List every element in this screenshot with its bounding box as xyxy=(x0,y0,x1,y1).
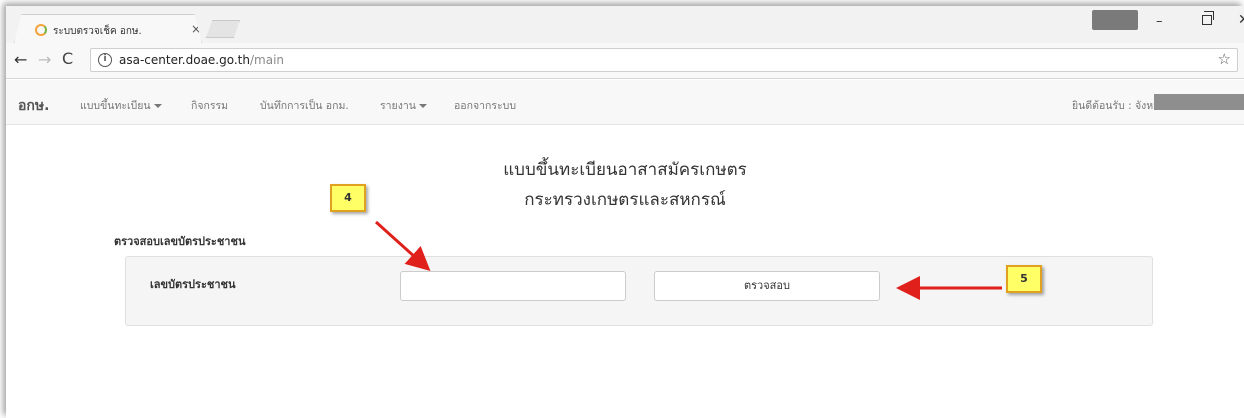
browser-tab[interactable]: ระบบตรวจเช็ค อกษ. × xyxy=(14,14,202,44)
restore-icon[interactable] xyxy=(1202,11,1214,25)
url-text: asa-center.doae.go.th/main xyxy=(119,53,284,67)
nav-item-record[interactable]: บันทึกการเป็น อกม. xyxy=(260,97,349,114)
welcome-text: ยินดีต้อนรับ : จังหวัด xyxy=(1072,100,1166,112)
id-check-panel: เลขบัตรประชาชน ตรวจสอบ xyxy=(125,256,1153,326)
tab-strip: ระบบตรวจเช็ค อกษ. × – ✕ xyxy=(6,6,1244,44)
profile-button[interactable] xyxy=(1092,10,1138,30)
caret-down-icon xyxy=(153,104,162,108)
browser-toolbar: ← → C i asa-center.doae.go.th/main ☆ xyxy=(6,43,1244,79)
reload-icon[interactable]: C xyxy=(62,49,73,68)
page-title-line2: กระทรวงเกษตรและสหกรณ์ xyxy=(524,190,726,210)
redacted-username-block xyxy=(1154,94,1244,110)
brand-logo-text[interactable]: อกษ. xyxy=(18,95,49,117)
back-arrow-icon[interactable]: ← xyxy=(14,50,27,69)
nav-item-logout[interactable]: ออกจากระบบ xyxy=(454,97,516,114)
forward-arrow-icon[interactable]: → xyxy=(38,50,51,69)
new-tab-button[interactable] xyxy=(206,20,240,38)
tab-close-icon[interactable]: × xyxy=(191,22,201,36)
id-field-label: เลขบัตรประชาชน xyxy=(150,278,236,291)
page-title-line1: แบบขึ้นทะเบียนอาสาสมัครเกษตร xyxy=(503,160,747,180)
address-bar[interactable]: i asa-center.doae.go.th/main ☆ xyxy=(90,48,1238,72)
callout-4: 4 xyxy=(330,184,366,212)
citizen-id-input[interactable] xyxy=(400,271,626,301)
nav-item-reports[interactable]: รายงาน xyxy=(380,97,427,114)
tab-title: ระบบตรวจเช็ค อกษ. xyxy=(53,26,142,37)
callout-5: 5 xyxy=(1006,265,1042,293)
close-window-icon[interactable]: ✕ xyxy=(1238,12,1244,28)
check-button[interactable]: ตรวจสอบ xyxy=(654,271,880,301)
nav-item-register[interactable]: แบบขึ้นทะเบียน xyxy=(80,97,162,114)
info-icon[interactable]: i xyxy=(98,53,112,67)
browser-window: ระบบตรวจเช็ค อกษ. × – ✕ ← → C i asa-cent… xyxy=(6,6,1244,418)
nav-item-label: แบบขึ้นทะเบียน xyxy=(80,100,151,112)
url-host: asa-center.doae.go.th xyxy=(119,53,250,67)
minimize-icon[interactable]: – xyxy=(1156,14,1163,29)
caret-down-icon xyxy=(418,104,427,108)
url-path: /main xyxy=(250,53,285,67)
section-heading: ตรวจสอบเลขบัตรประชาชน xyxy=(114,235,246,248)
nav-item-activities[interactable]: กิจกรรม xyxy=(191,97,228,114)
site-favicon-icon xyxy=(35,24,47,36)
bookmark-star-icon[interactable]: ☆ xyxy=(1218,50,1231,68)
app-navbar: อกษ. แบบขึ้นทะเบียน กิจกรรม บันทึกการเป็… xyxy=(6,80,1244,125)
nav-item-label: รายงาน xyxy=(380,100,416,112)
